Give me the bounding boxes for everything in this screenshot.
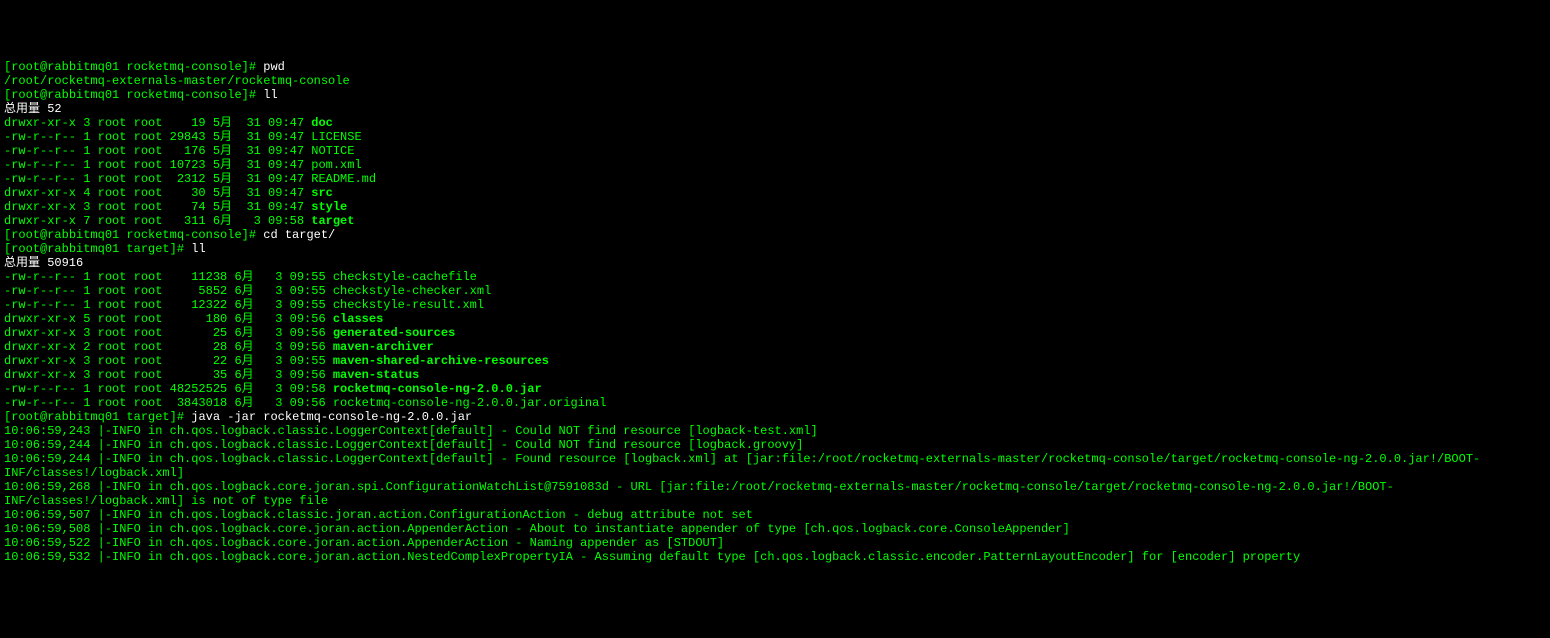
terminal-line: drwxr-xr-x 3 root root 19 5月 31 09:47 do…: [4, 116, 1546, 130]
terminal-line: [root@rabbitmq01 rocketmq-console]# ll: [4, 88, 1546, 102]
log-line: 10:06:59,532 |-INFO in ch.qos.logback.co…: [4, 550, 1546, 564]
terminal-line: drwxr-xr-x 5 root root 180 6月 3 09:56 cl…: [4, 312, 1546, 326]
log-line: 10:06:59,244 |-INFO in ch.qos.logback.cl…: [4, 438, 1546, 452]
terminal-output[interactable]: [root@rabbitmq01 rocketmq-console]# pwd/…: [4, 60, 1546, 564]
terminal-line: [root@rabbitmq01 target]# java -jar rock…: [4, 410, 1546, 424]
log-line: 10:06:59,522 |-INFO in ch.qos.logback.co…: [4, 536, 1546, 550]
terminal-line: drwxr-xr-x 4 root root 30 5月 31 09:47 sr…: [4, 186, 1546, 200]
terminal-line: -rw-r--r-- 1 root root 2312 5月 31 09:47 …: [4, 172, 1546, 186]
terminal-line: -rw-r--r-- 1 root root 3843018 6月 3 09:5…: [4, 396, 1546, 410]
terminal-line: drwxr-xr-x 3 root root 35 6月 3 09:56 mav…: [4, 368, 1546, 382]
terminal-line: drwxr-xr-x 7 root root 311 6月 3 09:58 ta…: [4, 214, 1546, 228]
terminal-line: /root/rocketmq-externals-master/rocketmq…: [4, 74, 1546, 88]
terminal-line: -rw-r--r-- 1 root root 29843 5月 31 09:47…: [4, 130, 1546, 144]
terminal-line: drwxr-xr-x 2 root root 28 6月 3 09:56 mav…: [4, 340, 1546, 354]
log-line: 10:06:59,244 |-INFO in ch.qos.logback.cl…: [4, 452, 1546, 480]
log-line: 10:06:59,268 |-INFO in ch.qos.logback.co…: [4, 480, 1546, 508]
terminal-line: -rw-r--r-- 1 root root 48252525 6月 3 09:…: [4, 382, 1546, 396]
terminal-line: drwxr-xr-x 3 root root 22 6月 3 09:55 mav…: [4, 354, 1546, 368]
terminal-line: [root@rabbitmq01 rocketmq-console]# pwd: [4, 60, 1546, 74]
terminal-line: [root@rabbitmq01 target]# ll: [4, 242, 1546, 256]
terminal-line: 总用量 50916: [4, 256, 1546, 270]
terminal-line: drwxr-xr-x 3 root root 25 6月 3 09:56 gen…: [4, 326, 1546, 340]
log-line: 10:06:59,508 |-INFO in ch.qos.logback.co…: [4, 522, 1546, 536]
log-line: 10:06:59,243 |-INFO in ch.qos.logback.cl…: [4, 424, 1546, 438]
terminal-line: -rw-r--r-- 1 root root 11238 6月 3 09:55 …: [4, 270, 1546, 284]
terminal-line: [root@rabbitmq01 rocketmq-console]# cd t…: [4, 228, 1546, 242]
terminal-line: -rw-r--r-- 1 root root 12322 6月 3 09:55 …: [4, 298, 1546, 312]
terminal-line: drwxr-xr-x 3 root root 74 5月 31 09:47 st…: [4, 200, 1546, 214]
log-line: 10:06:59,507 |-INFO in ch.qos.logback.cl…: [4, 508, 1546, 522]
terminal-line: -rw-r--r-- 1 root root 5852 6月 3 09:55 c…: [4, 284, 1546, 298]
terminal-line: -rw-r--r-- 1 root root 176 5月 31 09:47 N…: [4, 144, 1546, 158]
terminal-line: -rw-r--r-- 1 root root 10723 5月 31 09:47…: [4, 158, 1546, 172]
terminal-line: 总用量 52: [4, 102, 1546, 116]
